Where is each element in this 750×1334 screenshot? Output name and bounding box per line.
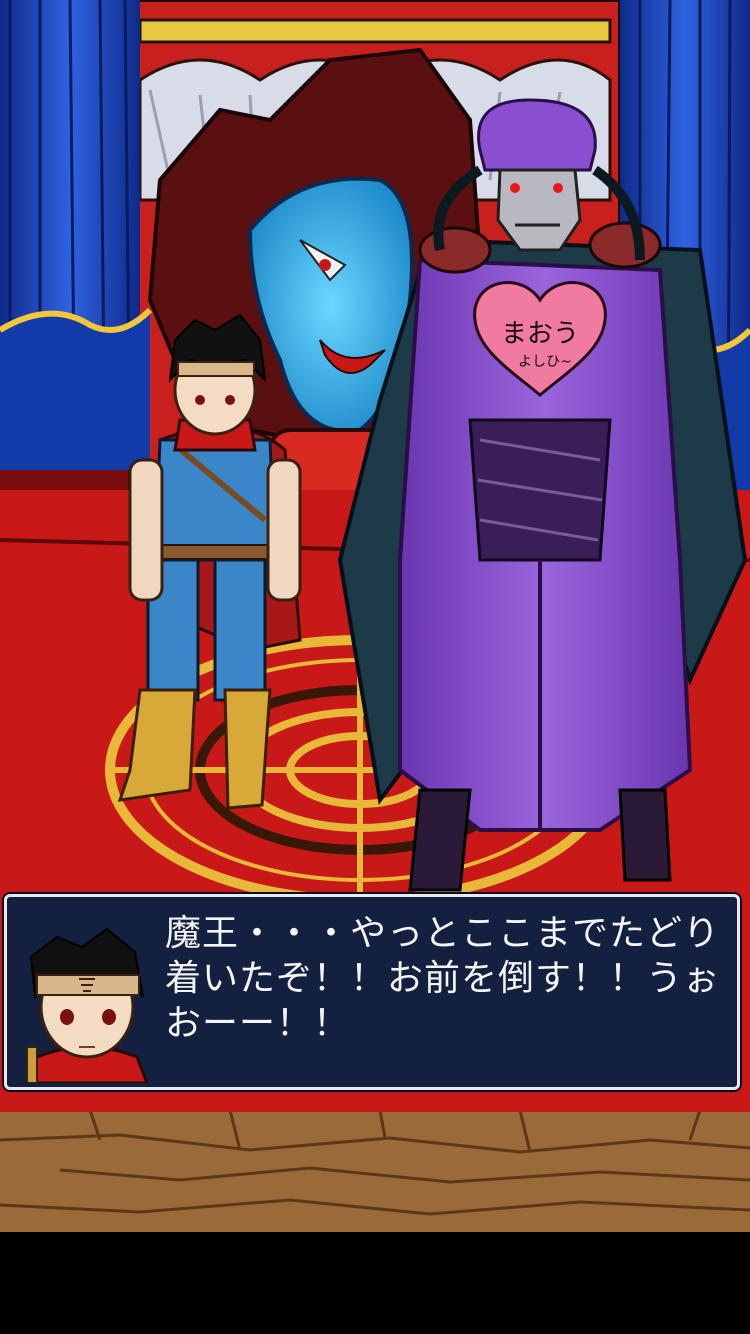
dialog-box[interactable]: 魔王・・・やっとここまでたどり着いたぞ！！お前を倒す！！うぉおーー！！ xyxy=(4,894,740,1090)
villain-chest-text: まおう xyxy=(501,319,579,349)
stone-floor xyxy=(0,1110,750,1232)
curtain-left xyxy=(0,0,153,471)
dialog-text: 魔王・・・やっとここまでたどり着いたぞ！！お前を倒す！！うぉおーー！！ xyxy=(165,913,721,1044)
hero-portrait xyxy=(25,927,149,1083)
villain-chest-subtext: よしひ~ xyxy=(518,354,572,370)
bottom-letterbox xyxy=(0,1232,750,1334)
